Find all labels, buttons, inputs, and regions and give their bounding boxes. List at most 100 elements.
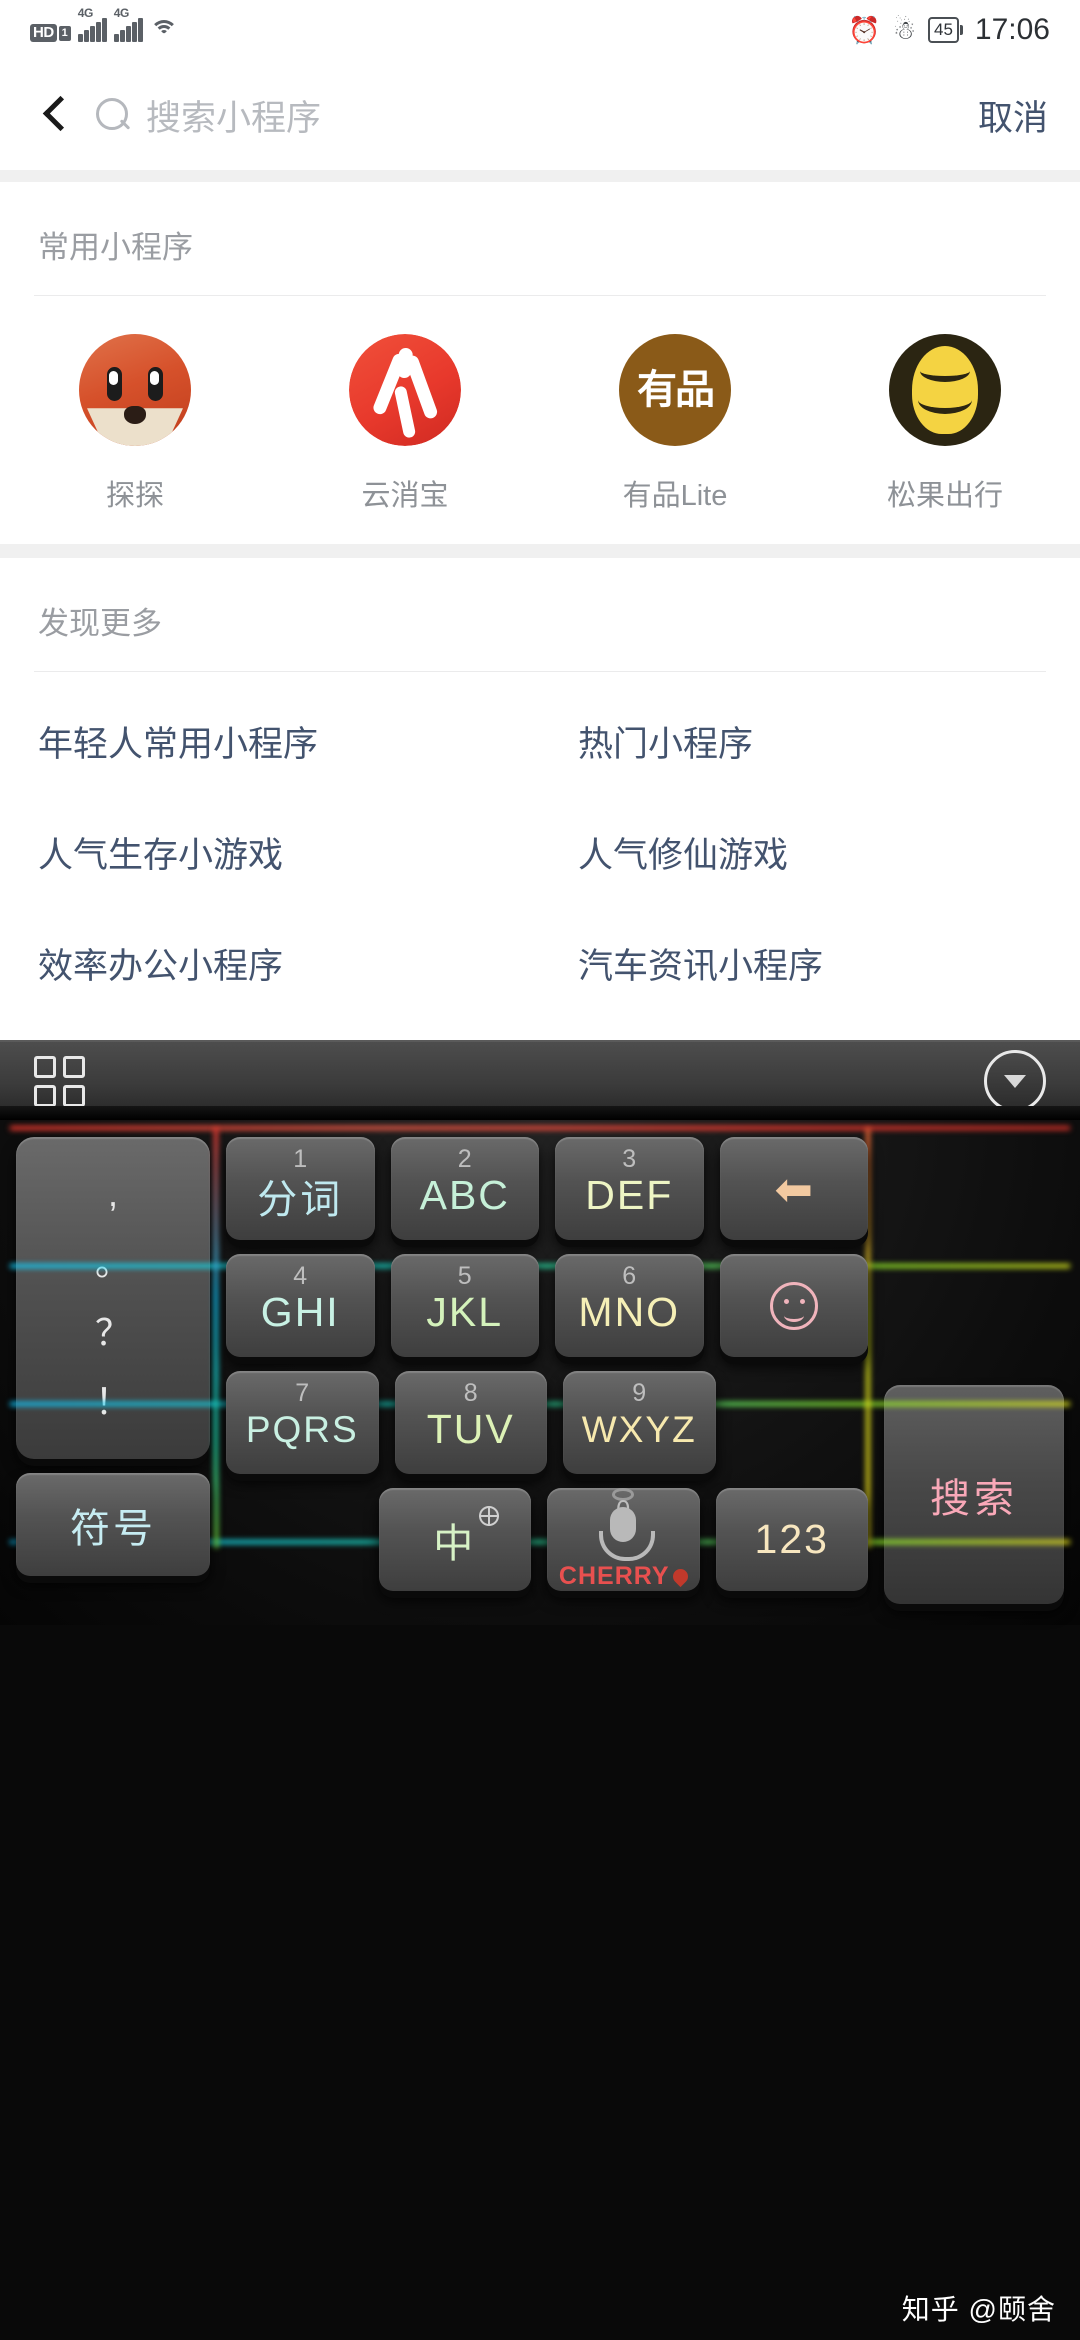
key-emoji[interactable]	[719, 1254, 868, 1357]
key-search[interactable]: 搜索	[884, 1385, 1064, 1604]
key-2[interactable]: 2 ABC	[390, 1137, 539, 1240]
hd-label: HD	[30, 24, 57, 42]
key-number: 5	[457, 1262, 472, 1290]
key-number: 7	[295, 1379, 310, 1407]
app-item-songguo[interactable]: 松果出行	[810, 334, 1080, 514]
app-label: 有品Lite	[622, 480, 728, 512]
status-bar: HD 1 4G 4G ⏰ ☃ 45 17:06	[0, 0, 1080, 60]
key-label: 123	[754, 1516, 829, 1562]
key-numeric-mode[interactable]: 123	[715, 1488, 868, 1591]
app-item-yunxiaobao[interactable]: 云消宝	[270, 334, 540, 514]
key-number: 9	[632, 1379, 647, 1407]
bluetooth-icon: ☃	[892, 15, 916, 45]
key-3[interactable]: 3 DEF	[555, 1137, 704, 1240]
key-label: WXYZ	[581, 1408, 697, 1450]
keypad-row: 7 PQRS 8 TUV 9 WXYZ	[218, 1364, 876, 1481]
frequent-apps-section: 常用小程序 探探 云消宝 有品 有品Lite 松果出行	[0, 182, 1080, 544]
search-key-column: 搜索	[876, 1130, 1072, 1611]
chevron-down-icon[interactable]	[984, 1050, 1046, 1112]
back-icon[interactable]	[32, 92, 78, 138]
key-4[interactable]: 4 GHI	[226, 1254, 375, 1357]
status-bar-left: HD 1 4G 4G	[30, 6, 848, 42]
punct-comma: ,	[107, 1172, 118, 1214]
key-voice-input[interactable]: 0 CHERRY	[547, 1488, 700, 1591]
grid-icon[interactable]	[34, 1055, 85, 1107]
punctuation-column: , 。 ？ ！ 符号	[8, 1130, 218, 1611]
key-backspace[interactable]: ⬅	[719, 1137, 868, 1240]
key-label: 中	[433, 1521, 477, 1566]
key-label: JKL	[426, 1289, 504, 1335]
backspace-icon: ⬅	[774, 1162, 814, 1215]
network-type-label-2: 4G	[113, 6, 130, 20]
search-input[interactable]: 搜索小程序	[146, 90, 958, 141]
youpin-glyph: 有品	[637, 368, 715, 412]
clock-label: 17:06	[974, 13, 1050, 46]
key-label: DEF	[585, 1172, 674, 1218]
hd-volte-icon: HD 1	[30, 24, 71, 42]
cherry-brand-label: CHERRY	[558, 1562, 670, 1590]
discover-link[interactable]: 人气修仙游戏	[540, 797, 1080, 908]
key-8[interactable]: 8 TUV	[394, 1371, 547, 1474]
cherry-brand-logo: CHERRY	[558, 1562, 691, 1591]
key-1[interactable]: 1 分词	[226, 1137, 375, 1240]
phone-screen: HD 1 4G 4G ⏰ ☃ 45 17:06 搜索小程序 取消 常用小程序 探…	[0, 0, 1080, 2340]
key-number: 6	[622, 1262, 637, 1290]
key-symbols[interactable]: 符号	[16, 1473, 210, 1576]
key-5[interactable]: 5 JKL	[390, 1254, 539, 1357]
keypad-row: 中 0 CHERRY 123	[218, 1481, 876, 1598]
discover-link[interactable]: 效率办公小程序	[0, 908, 540, 1019]
keypad-main: 1 分词 2 ABC 3 DEF ⬅ 4 GHI 5 JKL 6 MNO 7 P…	[218, 1130, 876, 1611]
app-grid: 探探 云消宝 有品 有品Lite 松果出行	[0, 296, 1080, 544]
key-label: GHI	[260, 1289, 340, 1335]
app-item-youpin-lite[interactable]: 有品 有品Lite	[540, 334, 810, 514]
discover-section: 发现更多 年轻人常用小程序 热门小程序 人气生存小游戏 人气修仙游戏 效率办公小…	[0, 558, 1080, 1043]
key-number: 4	[293, 1262, 308, 1290]
discover-link[interactable]: 汽车资讯小程序	[540, 908, 1080, 1019]
key-9[interactable]: 9 WXYZ	[563, 1371, 716, 1474]
discover-link[interactable]: 年轻人常用小程序	[0, 686, 540, 797]
key-language-toggle[interactable]: 中	[378, 1488, 531, 1591]
key-label: TUV	[426, 1406, 515, 1452]
youpin-icon: 有品	[619, 334, 731, 446]
discover-title: 发现更多	[38, 606, 162, 641]
battery-level-label: 45	[928, 17, 959, 43]
punct-exclaim: ！	[94, 1381, 131, 1423]
key-number: 8	[463, 1379, 478, 1407]
mic-icon	[599, 1507, 656, 1561]
globe-icon	[479, 1506, 499, 1526]
signal-icon-2: 4G	[113, 6, 143, 42]
frequent-apps-title: 常用小程序	[38, 230, 193, 265]
keypad-row: 1 分词 2 ABC 3 DEF ⬅	[218, 1130, 876, 1247]
key-number: 2	[457, 1145, 472, 1173]
keyboard: , 。 ？ ！ 符号 1 分词 2 ABC 3 DEF ⬅ 4 GHI 5 JK…	[0, 1040, 1080, 2340]
divider-gap-2	[0, 544, 1080, 558]
punct-question: ？	[94, 1311, 131, 1353]
search-icon	[92, 95, 132, 135]
punct-period: 。	[94, 1242, 131, 1284]
fox-icon	[79, 334, 191, 446]
key-label: PQRS	[245, 1408, 359, 1450]
watermark: 知乎 @颐舍	[901, 2294, 1056, 2325]
battery-icon: 45	[928, 17, 963, 43]
discover-link[interactable]: 热门小程序	[540, 686, 1080, 797]
divider-gap-1	[0, 170, 1080, 182]
key-6[interactable]: 6 MNO	[555, 1254, 704, 1357]
discover-link[interactable]: 人气生存小游戏	[0, 797, 540, 908]
status-bar-right: ⏰ ☃ 45 17:06	[848, 13, 1050, 47]
keyboard-toolbar	[0, 1040, 1080, 1120]
alarm-icon: ⏰	[848, 15, 881, 45]
key-label: MNO	[578, 1289, 681, 1335]
cancel-button[interactable]: 取消	[958, 90, 1048, 141]
discover-link-grid: 年轻人常用小程序 热门小程序 人气生存小游戏 人气修仙游戏 效率办公小程序 汽车…	[0, 672, 1080, 1043]
key-label: 分词	[257, 1177, 344, 1222]
sim-label: 1	[58, 25, 71, 41]
punctuation-key[interactable]: , 。 ？ ！	[16, 1137, 210, 1459]
app-item-tantan[interactable]: 探探	[0, 334, 270, 514]
app-label: 探探	[105, 480, 164, 512]
pinecone-icon	[889, 334, 1001, 446]
key-7[interactable]: 7 PQRS	[226, 1371, 379, 1474]
search-bar: 搜索小程序 取消	[0, 60, 1080, 170]
app-label: 松果出行	[886, 480, 1003, 512]
key-number: 3	[622, 1145, 637, 1173]
key-label: ABC	[419, 1172, 510, 1218]
